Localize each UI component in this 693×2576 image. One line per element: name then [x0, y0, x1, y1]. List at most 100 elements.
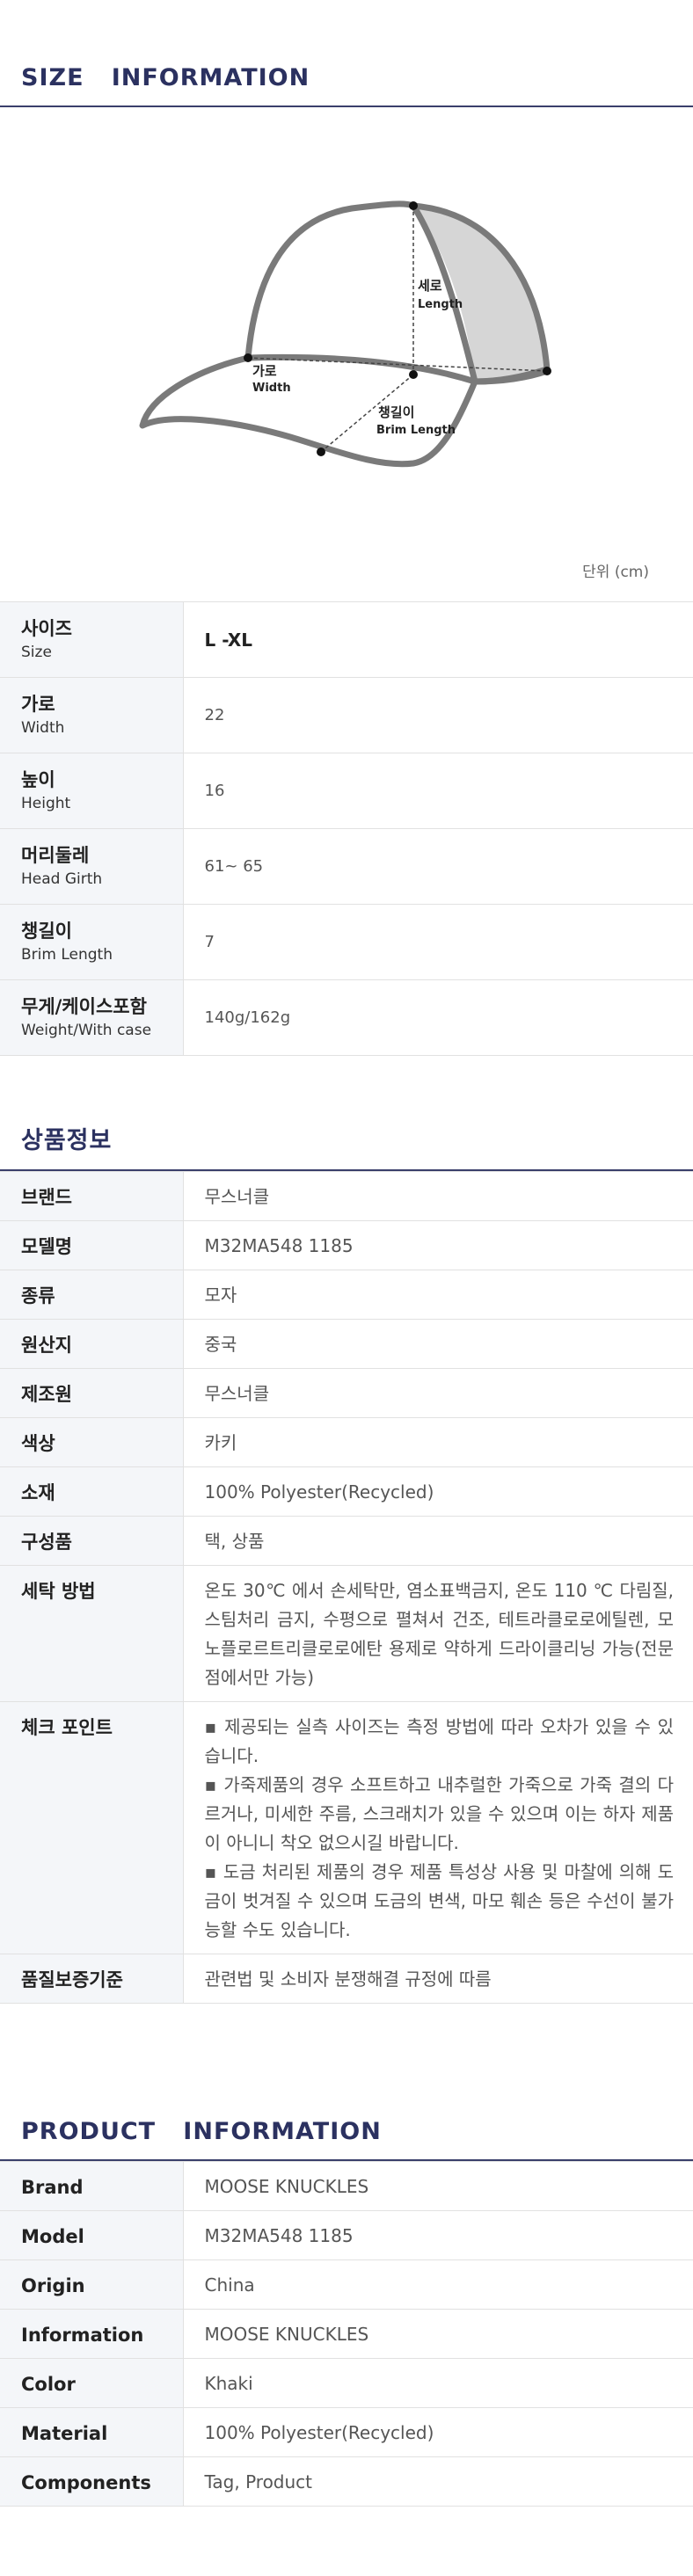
measure-point [543, 367, 551, 375]
row-label: 품질보증기준 [0, 1954, 184, 2004]
row-value: Tag, Product [183, 2456, 693, 2507]
row-label: 색상 [0, 1417, 184, 1467]
height-value: 16 [183, 753, 693, 829]
row-label-ko: 높이 [21, 768, 55, 790]
product-info-ko-table: 브랜드 무스너클 모델명 M32MA548 1185 종류 모자 원산지 중국 제조원 무… [0, 1171, 693, 2004]
size-value: L -XL [183, 601, 693, 678]
table-row: 품질보증기준 관련법 및 소비자 분쟁해결 규정에 따름 [0, 1954, 693, 2004]
table-row: 소재 100% Polyester(Recycled) [0, 1466, 693, 1517]
table-row: 가로 Width 22 [0, 677, 693, 753]
row-value: 관련법 및 소비자 분쟁해결 규정에 따름 [183, 1954, 693, 2004]
height-label-cell: 높이 Height [0, 753, 184, 829]
product-info-ko-title: 상품정보 [21, 1127, 113, 1154]
table-row: Model M32MA548 1185 [0, 2210, 693, 2260]
row-value: 100% Polyester(Recycled) [183, 2407, 693, 2457]
table-row: 제조원 무스너클 [0, 1368, 693, 1418]
row-label: Color [0, 2358, 184, 2408]
row-label-ko: 사이즈 [21, 617, 72, 639]
measure-point [244, 353, 252, 362]
table-row: 체크 포인트 ▪ 제공되는 실측 사이즈는 측정 방법에 따라 오차가 있을 수 … [0, 1701, 693, 1954]
table-row: Origin China [0, 2259, 693, 2310]
width-value: 22 [183, 677, 693, 753]
cap-brim-outline [139, 353, 478, 468]
cap-illustration: 세로 Length 가로 Width 챙길이 Brim Length [139, 200, 551, 468]
measure-point [409, 370, 418, 379]
table-row: 종류 모자 [0, 1270, 693, 1320]
row-label: Brand [0, 2161, 184, 2211]
row-label: 브랜드 [0, 1171, 184, 1221]
row-label-en: Size [21, 643, 52, 661]
row-label-en: Brim Length [21, 945, 113, 964]
row-label: 원산지 [0, 1319, 184, 1369]
row-value: MOOSE KNUCKLES [183, 2309, 693, 2359]
row-value: 모자 [183, 1270, 693, 1320]
measure-point [317, 448, 325, 456]
product-detail-page: SIZE INFORMATION 세로 Length 가로 Width 챙길이 … [0, 0, 693, 2576]
row-label: Components [0, 2456, 184, 2507]
width-label-en: Width [252, 382, 291, 395]
table-row: Information MOOSE KNUCKLES [0, 2309, 693, 2359]
table-row: 챙길이 Brim Length 7 [0, 904, 693, 980]
product-info-en-table: Brand MOOSE KNUCKLES Model M32MA548 1185 O… [0, 2161, 693, 2507]
row-value: Khaki [183, 2358, 693, 2408]
row-label-en: Height [21, 794, 71, 812]
row-value: M32MA548 1185 [183, 1220, 693, 1270]
row-value: MOOSE KNUCKLES [183, 2161, 693, 2211]
table-row: 머리둘레 Head Girth 61~ 65 [0, 828, 693, 905]
width-label-ko: 가로 [252, 363, 277, 379]
row-label: 체크 포인트 [0, 1701, 184, 1954]
row-value: ▪ 제공되는 실측 사이즈는 측정 방법에 따라 오차가 있을 수 있습니다. … [183, 1701, 693, 1954]
row-value: 무스너클 [183, 1171, 693, 1221]
table-row: 세탁 방법 온도 30℃ 에서 손세탁만, 염소표백금지, 온도 110 ℃ 다림… [0, 1565, 693, 1702]
row-label: Material [0, 2407, 184, 2457]
head-girth-value: 61~ 65 [183, 828, 693, 905]
table-row: 구성품 택, 상품 [0, 1516, 693, 1566]
product-info-en-header: PRODUCT INFORMATION [0, 2054, 693, 2161]
row-label-ko: 무게/케이스포함 [21, 995, 147, 1017]
row-label-en: Head Girth [21, 870, 103, 888]
table-row: 색상 카키 [0, 1417, 693, 1467]
table-row: Color Khaki [0, 2358, 693, 2408]
row-label: 세탁 방법 [0, 1565, 184, 1702]
table-row: 브랜드 무스너클 [0, 1171, 693, 1221]
row-value: 카키 [183, 1417, 693, 1467]
row-label-ko: 챙길이 [21, 920, 72, 942]
size-information-header: SIZE INFORMATION [0, 0, 693, 107]
size-label-cell: 사이즈 Size [0, 601, 184, 678]
row-label: 구성품 [0, 1516, 184, 1566]
row-value: 무스너클 [183, 1368, 693, 1418]
row-label-en: Weight/With case [21, 1021, 152, 1039]
table-row: 사이즈 Size L -XL [0, 601, 693, 678]
weight-value: 140g/162g [183, 979, 693, 1056]
row-label: Model [0, 2210, 184, 2260]
measure-point [409, 201, 418, 210]
unit-note: 단위 (cm) [582, 564, 649, 581]
brim-length-label-cell: 챙길이 Brim Length [0, 904, 184, 980]
row-label: Information [0, 2309, 184, 2359]
product-info-en-title: PRODUCT INFORMATION [21, 2118, 382, 2145]
table-row: Brand MOOSE KNUCKLES [0, 2161, 693, 2211]
table-row: 원산지 중국 [0, 1319, 693, 1369]
row-label-en: Width [21, 718, 65, 737]
size-information-title: SIZE INFORMATION [21, 64, 310, 91]
row-label-ko: 가로 [21, 693, 55, 715]
table-row: Material 100% Polyester(Recycled) [0, 2407, 693, 2457]
height-label-en: Length [418, 298, 463, 311]
size-table: 사이즈 Size L -XL 가로 Width 22 높이 Height 16 머리둘… [0, 601, 693, 1056]
row-value: 100% Polyester(Recycled) [183, 1466, 693, 1517]
row-label: 종류 [0, 1270, 184, 1320]
table-row: Components Tag, Product [0, 2456, 693, 2507]
brim-label-en: Brim Length [376, 424, 456, 437]
row-label: 소재 [0, 1466, 184, 1517]
cap-size-diagram: 세로 Length 가로 Width 챙길이 Brim Length [0, 107, 693, 573]
row-label: 모델명 [0, 1220, 184, 1270]
row-label: 제조원 [0, 1368, 184, 1418]
row-label-ko: 머리둘레 [21, 844, 90, 866]
row-label: Origin [0, 2259, 184, 2310]
table-row: 무게/케이스포함 Weight/With case 140g/162g [0, 979, 693, 1056]
height-label-ko: 세로 [418, 278, 442, 294]
brim-label-ko: 챙길이 [378, 404, 414, 420]
width-label-cell: 가로 Width [0, 677, 184, 753]
row-value: China [183, 2259, 693, 2310]
table-row: 모델명 M32MA548 1185 [0, 1220, 693, 1270]
